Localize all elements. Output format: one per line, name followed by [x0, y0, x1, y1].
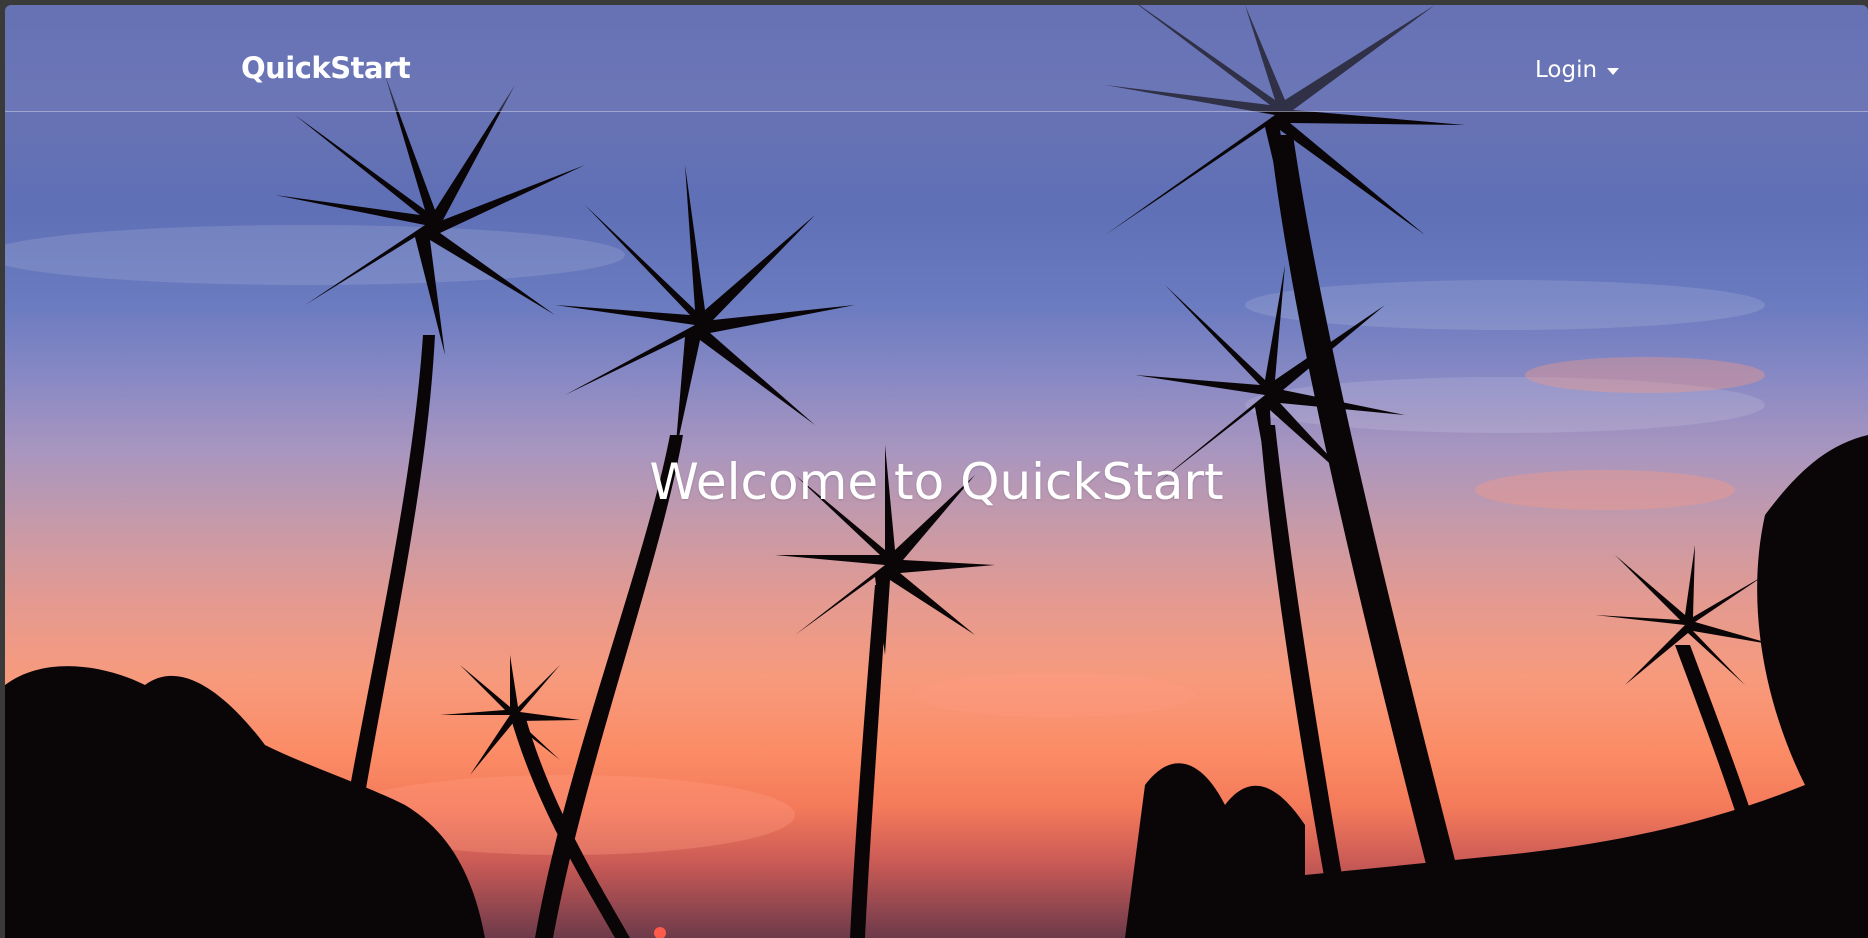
page-frame: QuickStart Login Welcome to QuickStart: [5, 5, 1868, 938]
login-dropdown-toggle[interactable]: Login: [1535, 57, 1620, 83]
top-navbar: QuickStart Login: [5, 5, 1868, 112]
hero-headline: Welcome to QuickStart: [649, 453, 1224, 511]
login-label: Login: [1535, 57, 1598, 83]
caret-down-icon: [1607, 67, 1620, 75]
brand-logo-link[interactable]: QuickStart: [241, 51, 411, 85]
